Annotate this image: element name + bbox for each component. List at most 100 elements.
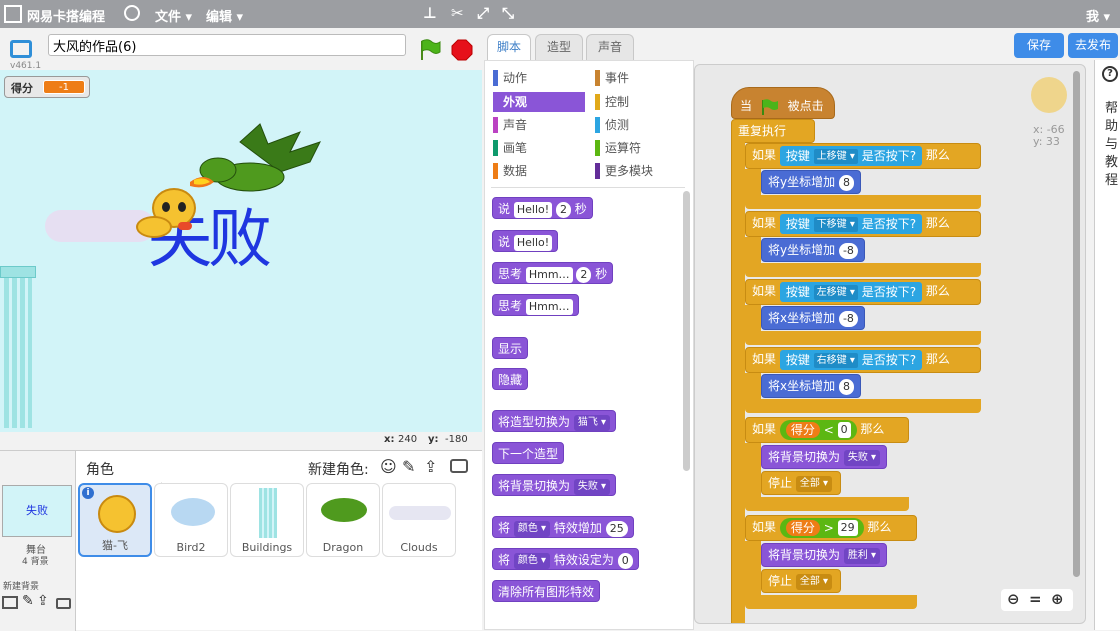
x-value: 240 [398,434,418,445]
help-label: 帮助与教程 [1105,101,1119,188]
block-switch-backdrop[interactable]: 将背景切换为 失败 ▾ [492,474,617,496]
app-name[interactable]: 网易卡搭编程 [27,6,105,25]
sprite-thumb-clouds[interactable]: Clouds [382,483,456,557]
logo-icon[interactable] [4,5,22,23]
user-menu[interactable]: 我 ▾ [1086,6,1110,25]
shrink-icon[interactable]: ⤡ [502,4,514,22]
change-x-left-block[interactable]: 将x坐标增加 -8 [761,306,865,330]
score-monitor-label: 得分 [11,82,33,95]
stop-icon[interactable] [451,39,473,61]
sprite-thumb-dragon[interactable]: Dragon [306,483,380,557]
current-sprite-ghost [1031,77,1067,113]
if-left-key-block[interactable]: 如果 按键 左移键 ▾ 是否按下? 那么 [745,279,981,305]
zoom-out-icon[interactable]: ⊖ [1007,590,1020,608]
block-change-effect[interactable]: 将 颜色 ▾ 特效增加 25 [492,516,634,538]
switch-backdrop-fail-block[interactable]: 将背景切换为 失败 ▾ [761,445,888,469]
greater-than-operator[interactable]: 得分 > 29 [779,517,864,538]
block-next-costume[interactable]: 下一个造型 [492,442,565,464]
palette-scrollbar[interactable] [683,191,690,471]
backdrop-library-icon[interactable] [2,596,18,609]
category-sensing[interactable]: 侦测 [595,115,629,135]
upload-sprite-icon[interactable]: ⇪ [424,457,437,476]
category-looks[interactable]: 外观 [493,92,585,112]
stage-thumbnail[interactable]: 失败 [2,485,72,537]
help-icon[interactable]: ? [1102,66,1118,82]
file-menu[interactable]: 文件 ▾ [155,6,192,25]
sprite-thumb-buildings[interactable]: Buildings [230,483,304,557]
zoom-reset-icon[interactable]: = [1029,590,1042,608]
help-pane[interactable]: ? 帮助与教程 [1094,60,1120,630]
if-score-gt-block[interactable]: 如果 得分 > 29 那么 [745,515,917,541]
key-pressed-right[interactable]: 按键 右移键 ▾ 是否按下? [779,349,923,370]
if-down-key-block[interactable]: 如果 按键 下移键 ▾ 是否按下? 那么 [745,211,981,237]
change-y-down-block[interactable]: 将y坐标增加 -8 [761,238,865,262]
block-switch-costume[interactable]: 将造型切换为 猫飞 ▾ [492,410,617,432]
change-y-up-block[interactable]: 将y坐标增加 8 [761,170,861,194]
stamp-icon[interactable]: ⊥ [423,4,437,22]
block-clear-effects[interactable]: 清除所有图形特效 [492,580,601,602]
info-icon[interactable]: i [82,487,94,499]
category-more-blocks[interactable]: 更多模块 [595,161,653,181]
green-flag-icon [761,98,778,115]
upload-backdrop-icon[interactable]: ⇪ [37,593,49,609]
edit-menu[interactable]: 编辑 ▾ [206,6,243,25]
less-than-operator[interactable]: 得分 < 0 [779,419,857,440]
category-motion[interactable]: 动作 [493,68,527,88]
block-set-effect[interactable]: 将 颜色 ▾ 特效设定为 0 [492,548,639,570]
cut-icon[interactable]: ✂ [451,4,464,22]
camera-backdrop-icon[interactable] [56,598,71,609]
project-title-input[interactable] [48,34,406,56]
if-up-key-block[interactable]: 如果 按键 上移键 ▾ 是否按下? 那么 [745,143,981,169]
key-pressed-left[interactable]: 按键 左移键 ▾ 是否按下? [779,281,923,302]
key-pressed-down[interactable]: 按键 下移键 ▾ 是否按下? [779,213,923,234]
block-palette: 动作 事件 外观 控制 声音 侦测 画笔 运算符 数据 更多模块 说 Hello… [484,60,694,630]
block-show[interactable]: 显示 [492,337,529,359]
category-pen[interactable]: 画笔 [493,138,527,158]
block-say[interactable]: 说 Hello! [492,230,559,252]
category-operators[interactable]: 运算符 [595,138,641,158]
grow-icon[interactable]: ⤢ [477,4,489,22]
save-button[interactable]: 保存 [1014,33,1064,58]
top-menu-bar: 网易卡搭编程 文件 ▾ 编辑 ▾ ⊥ ✂ ⤢ ⤡ 我 ▾ [0,0,1120,28]
category-control[interactable]: 控制 [595,92,629,112]
if-score-lt-block[interactable]: 如果 得分 < 0 那么 [745,417,909,443]
scripts-scrollbar[interactable] [1073,71,1080,577]
scripts-area[interactable]: 当 被点击 重复执行 如果 按键 上移键 ▾ 是否按下? 那么 将y坐标增加 8… [694,64,1086,624]
tab-sounds[interactable]: 声音 [586,34,634,60]
key-pressed-up[interactable]: 按键 上移键 ▾ 是否按下? [779,145,923,166]
when-flag-clicked-block[interactable]: 当 被点击 [731,87,835,119]
block-think[interactable]: 思考 Hmm… [492,294,579,316]
stage-header: v461.1 [0,28,482,71]
dragon-sprite[interactable] [190,122,330,200]
tab-scripts[interactable]: 脚本 [487,34,531,61]
if-right-key-block[interactable]: 如果 按键 右移键 ▾ 是否按下? 那么 [745,347,981,373]
block-think-for-secs[interactable]: 思考 Hmm… 2 秒 [492,262,614,284]
category-events[interactable]: 事件 [595,68,629,88]
publish-button[interactable]: 去发布 [1068,33,1118,58]
camera-sprite-icon[interactable] [450,459,468,473]
sprite-name: Dragon [322,541,364,554]
sprite-thumb-cat[interactable]: i 猫-飞 [78,483,152,557]
pillar-sprite[interactable] [0,266,36,432]
tab-costumes[interactable]: 造型 [535,34,583,60]
y-label: y: [428,434,439,445]
stop-all-block-2[interactable]: 停止 全部 ▾ [761,569,841,593]
zoom-in-icon[interactable]: ⊕ [1051,590,1064,608]
stop-all-block-1[interactable]: 停止 全部 ▾ [761,471,841,495]
paint-backdrop-icon[interactable]: ✎ [22,593,34,609]
green-flag-icon[interactable] [418,38,442,62]
switch-backdrop-win-block[interactable]: 将背景切换为 胜利 ▾ [761,543,888,567]
sprite-name: Clouds [400,541,438,554]
category-sound[interactable]: 声音 [493,115,527,135]
stage-canvas[interactable]: 得分 -1 失败 [0,70,482,432]
fullscreen-icon[interactable] [10,40,32,58]
globe-icon[interactable] [124,5,140,21]
category-data[interactable]: 数据 [493,161,527,181]
sprite-thumb-bird2[interactable]: Bird2 [154,483,228,557]
block-say-for-secs[interactable]: 说 Hello! 2 秒 [492,197,593,219]
new-sprite-label: 新建角色: [308,462,369,478]
block-hide[interactable]: 隐藏 [492,368,529,390]
paint-sprite-icon[interactable]: ✎ [402,457,415,476]
change-x-right-block[interactable]: 将x坐标增加 8 [761,374,861,398]
sprite-library-icon[interactable]: ☺ [380,457,397,476]
